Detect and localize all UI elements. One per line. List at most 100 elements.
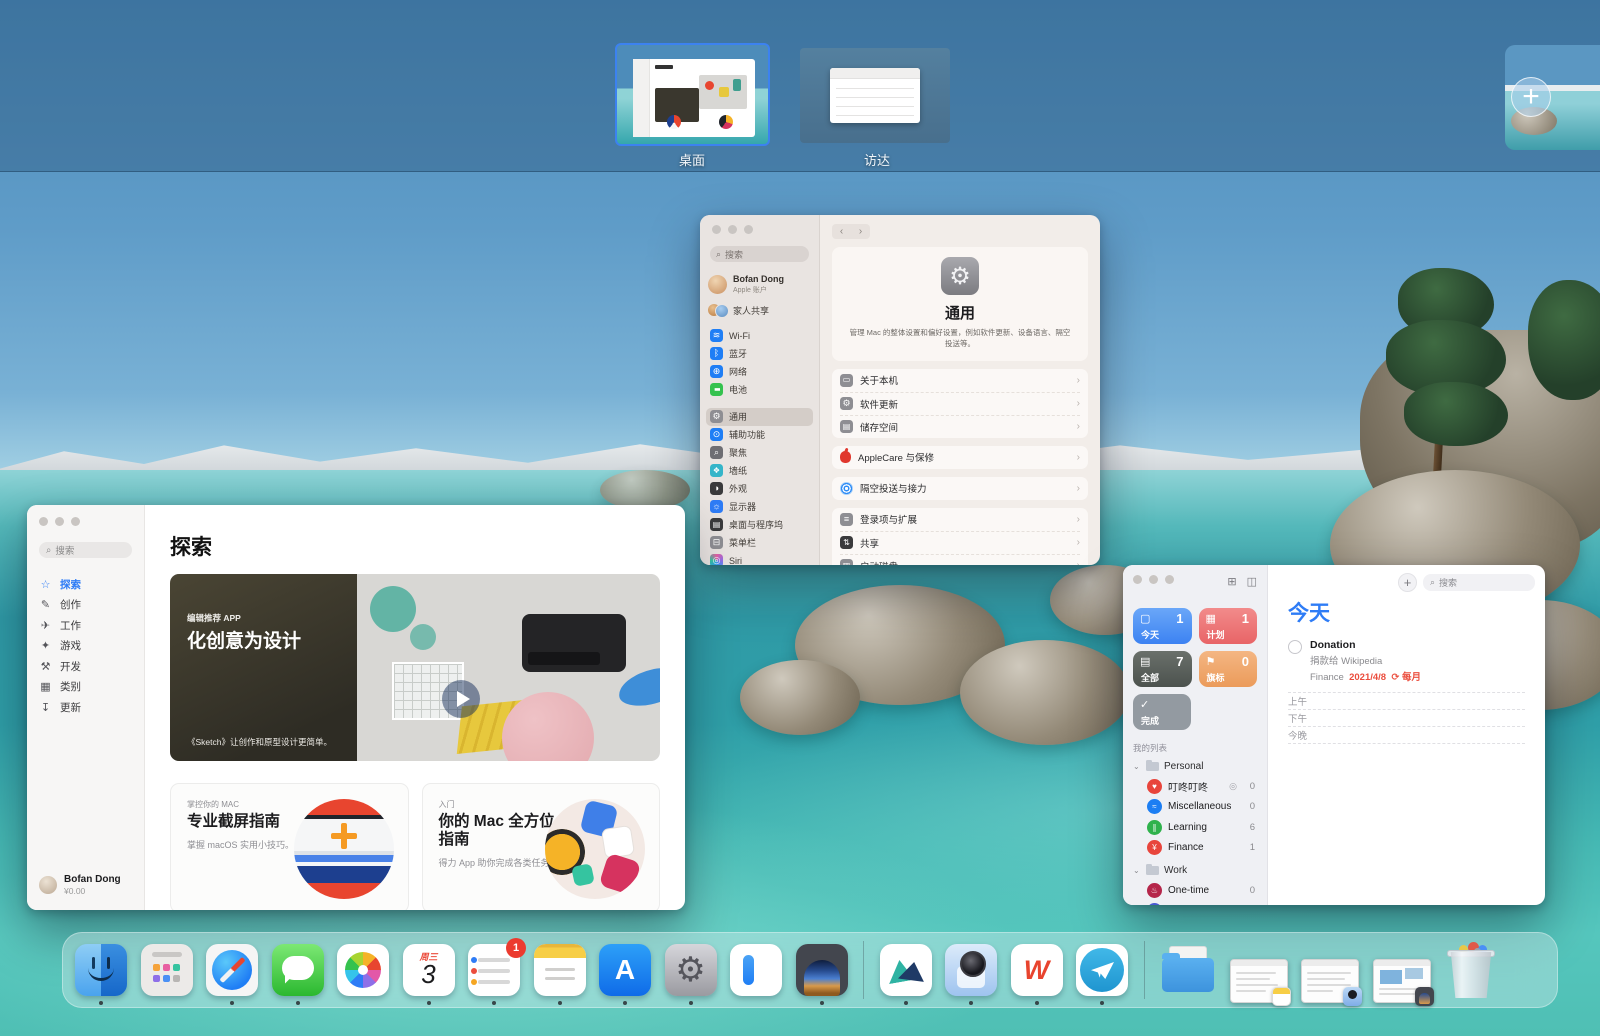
smart-list-scheduled[interactable]: ▦ 1 计划: [1199, 608, 1258, 644]
sidebar-item-displays[interactable]: 显示器: [706, 498, 813, 516]
smart-list-completed[interactable]: ✓ 完成: [1133, 694, 1191, 730]
dock: 周三 3 1 A ⚙ W: [62, 932, 1558, 1008]
minimize-button[interactable]: [1149, 575, 1158, 584]
chevron-right-icon: ›: [1077, 560, 1080, 565]
sidebar-toggle-icon[interactable]: ◫: [1247, 575, 1257, 588]
dock-app-cleanshot[interactable]: [945, 944, 997, 996]
dock-app-app-store[interactable]: A: [599, 944, 651, 996]
zoom-button[interactable]: [744, 225, 753, 234]
sidebar-item-create[interactable]: 创作: [39, 595, 132, 616]
sidebar-item-appearance[interactable]: 外观: [706, 480, 813, 498]
dock-app-calendar[interactable]: 周三 3: [403, 944, 455, 996]
dock-app-safari[interactable]: [206, 944, 258, 996]
update-gear-icon: [840, 397, 853, 410]
app-store-search-field[interactable]: ⌕ 搜索: [39, 542, 132, 558]
space-thumbnail-finder[interactable]: [800, 48, 950, 143]
settings-apple-account[interactable]: Bofan Dong Apple 账户: [708, 274, 811, 295]
dock-app-reminders[interactable]: 1: [468, 944, 520, 996]
settings-row-airdrop[interactable]: 隔空投送与接力›: [840, 477, 1080, 500]
sidebar-item-work[interactable]: 工作: [39, 615, 132, 636]
list-item-finance[interactable]: ¥ Finance 1: [1133, 838, 1257, 859]
list-item-one-time[interactable]: ♨ One-time 0: [1133, 880, 1257, 901]
sidebar-item-updates[interactable]: 更新: [39, 697, 132, 718]
dock-app-notes[interactable]: [534, 944, 586, 996]
new-list-icon[interactable]: ⊞: [1227, 575, 1236, 588]
space-thumbnail-desktop[interactable]: [615, 43, 770, 146]
dock-documents-folder[interactable]: [1160, 944, 1216, 996]
story-card-screenshot-guide[interactable]: 掌控你的 MAC 专业截屏指南 掌握 macOS 实用小技巧。: [170, 783, 409, 910]
list-item-routine[interactable]: ▲ Routine 0: [1133, 901, 1257, 906]
dock-trash[interactable]: [1444, 942, 1498, 998]
dock-app-finder[interactable]: [75, 944, 127, 996]
sidebar-item-discover[interactable]: 探索: [39, 574, 132, 595]
back-button[interactable]: ‹: [840, 226, 843, 237]
sidebar-item-menubar[interactable]: 菜单栏: [706, 534, 813, 552]
list-item-dingdong[interactable]: ♥ 叮咚叮咚 ◎ 0: [1133, 776, 1257, 797]
list-item-miscellaneous[interactable]: ≈ Miscellaneous 0: [1133, 797, 1257, 818]
minimized-window-cleanshot[interactable]: [1301, 959, 1359, 1003]
sidebar-item-games[interactable]: 游戏: [39, 636, 132, 657]
section-tonight[interactable]: 今晚: [1288, 727, 1525, 744]
settings-row-applecare[interactable]: AppleCare 与保修›: [840, 446, 1080, 469]
task-checkbox[interactable]: [1288, 640, 1302, 654]
sidebar-item-spotlight[interactable]: 聚焦: [706, 444, 813, 462]
chevron-right-icon: ›: [1077, 537, 1080, 548]
dock-app-telegram[interactable]: [1076, 944, 1128, 996]
add-space-icon[interactable]: +: [1511, 77, 1551, 117]
settings-family-sharing[interactable]: 家人共享: [708, 304, 811, 317]
minimize-button[interactable]: [55, 517, 64, 526]
dock-app-sunrise-arch[interactable]: [796, 944, 848, 996]
sidebar-item-bluetooth[interactable]: 蓝牙: [706, 345, 813, 363]
dock-app-messages[interactable]: [272, 944, 324, 996]
settings-search-field[interactable]: ⌕ 搜索: [710, 246, 809, 262]
smart-list-all[interactable]: ▤ 7 全部: [1133, 651, 1192, 687]
sidebar-item-battery[interactable]: 电池: [706, 381, 813, 399]
zoom-button[interactable]: [1165, 575, 1174, 584]
reminders-search-field[interactable]: ⌕ 搜索: [1423, 574, 1535, 591]
play-button[interactable]: [442, 680, 480, 718]
close-button[interactable]: [712, 225, 721, 234]
app-store-account[interactable]: Bofan Dong ¥0.00: [39, 874, 121, 897]
sidebar-item-categories[interactable]: 类别: [39, 677, 132, 698]
close-button[interactable]: [1133, 575, 1142, 584]
sidebar-item-siri[interactable]: Siri: [706, 552, 813, 565]
sidebar-item-general[interactable]: 通用: [706, 408, 813, 426]
story-card-mac-guide[interactable]: 入门 你的 Mac 全方位指南 得力 App 助你完成各类任务。: [422, 783, 661, 910]
dock-app-launchpad[interactable]: [141, 944, 193, 996]
section-morning[interactable]: 上午: [1288, 693, 1525, 710]
settings-row-login-items[interactable]: 登录项与扩展›: [840, 508, 1080, 531]
featured-story-card[interactable]: 编辑推荐 APP 化创意为设计 《Sketch》让创作和原型设计更简单。: [170, 574, 660, 761]
settings-row-startup-disk[interactable]: 启动磁盘›: [840, 554, 1080, 566]
settings-row-storage[interactable]: 储存空间›: [840, 415, 1080, 438]
sidebar-item-accessibility[interactable]: 辅助功能: [706, 426, 813, 444]
smart-list-today[interactable]: ▢ 1 今天: [1133, 608, 1192, 644]
dock-app-wps-office[interactable]: W: [1011, 944, 1063, 996]
minimize-button[interactable]: [728, 225, 737, 234]
smart-list-flagged[interactable]: ⚑ 0 旗标: [1199, 651, 1258, 687]
section-afternoon[interactable]: 下午: [1288, 710, 1525, 727]
settings-row-software-update[interactable]: 软件更新›: [840, 392, 1080, 415]
dock-app-banner[interactable]: [730, 944, 782, 996]
sidebar-item-wifi[interactable]: Wi-Fi: [706, 327, 813, 345]
zoom-button[interactable]: [71, 517, 80, 526]
list-folder-work[interactable]: ⌄ Work: [1133, 860, 1257, 880]
add-space-tile[interactable]: +: [1505, 45, 1600, 150]
close-button[interactable]: [39, 517, 48, 526]
list-item-learning[interactable]: ∥ Learning 6: [1133, 817, 1257, 838]
dock-app-marginnote[interactable]: [880, 944, 932, 996]
reminder-task[interactable]: Donation 捐款给 Wikipedia Finance 2021/4/8 …: [1288, 639, 1525, 683]
minimized-window-browser[interactable]: [1373, 959, 1431, 1003]
forward-button[interactable]: ›: [859, 226, 862, 237]
minimized-window-notes[interactable]: [1230, 959, 1288, 1003]
dock-app-photos[interactable]: [337, 944, 389, 996]
settings-row-sharing[interactable]: 共享›: [840, 531, 1080, 554]
sidebar-item-desktop-dock[interactable]: 桌面与程序坞: [706, 516, 813, 534]
list-folder-personal[interactable]: ⌄ Personal: [1133, 756, 1257, 776]
wallpaper-icon: [710, 464, 723, 477]
add-reminder-button[interactable]: +: [1398, 573, 1417, 592]
settings-row-about[interactable]: 关于本机›: [840, 369, 1080, 392]
dock-app-system-settings[interactable]: ⚙: [665, 944, 717, 996]
sidebar-item-network[interactable]: 网络: [706, 363, 813, 381]
sidebar-item-wallpaper[interactable]: 墙纸: [706, 462, 813, 480]
sidebar-item-develop[interactable]: 开发: [39, 656, 132, 677]
